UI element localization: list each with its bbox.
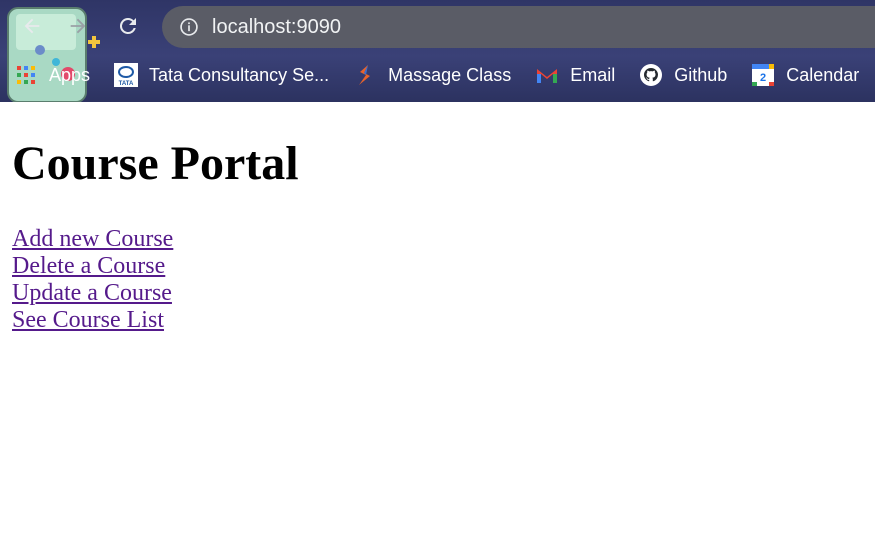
bookmark-apps[interactable]: Apps xyxy=(14,63,90,87)
back-arrow-icon xyxy=(24,18,40,34)
massage-class-icon xyxy=(353,63,377,87)
tata-logo-icon: TATA xyxy=(114,63,139,87)
page-title: Course Portal xyxy=(12,137,299,190)
bookmark-label: Github xyxy=(674,64,728,85)
svg-text:TATA: TATA xyxy=(119,81,134,87)
bookmark-label: Massage Class xyxy=(388,64,512,85)
apps-grid-icon xyxy=(14,63,38,87)
bookmark-github[interactable]: Github xyxy=(639,63,727,87)
reload-icon xyxy=(119,17,136,34)
delete-course-link[interactable]: Delete a Course xyxy=(12,253,299,280)
bookmark-massage-class[interactable]: Massage Class xyxy=(353,63,511,87)
bookmark-label: Tata Consultancy Se... xyxy=(149,64,330,85)
site-info-icon[interactable] xyxy=(178,16,200,38)
back-button[interactable] xyxy=(16,10,48,42)
forward-button[interactable] xyxy=(62,10,94,42)
bookmark-label: Email xyxy=(570,64,616,85)
page-content: Course Portal Add new Course Delete a Co… xyxy=(12,102,299,334)
bookmark-label: Apps xyxy=(49,64,91,85)
bookmark-email[interactable]: Email xyxy=(535,63,615,87)
calendar-icon: 2 xyxy=(751,63,775,87)
bookmark-calendar[interactable]: 2 Calendar xyxy=(751,63,859,87)
update-course-link[interactable]: Update a Course xyxy=(12,280,299,307)
bookmark-tata-consultancy[interactable]: TATA Tata Consultancy Se... xyxy=(114,63,329,87)
add-course-link[interactable]: Add new Course xyxy=(12,226,299,253)
bookmark-label: Calendar xyxy=(786,64,860,85)
github-icon xyxy=(639,63,663,87)
svg-text:2: 2 xyxy=(760,72,766,84)
reload-button[interactable] xyxy=(112,10,144,42)
bookmarks-bar: Apps TATA Tata Consultancy Se... Massage… xyxy=(14,58,875,92)
forward-arrow-icon xyxy=(70,18,86,34)
gmail-icon xyxy=(535,63,559,87)
course-actions-list: Add new Course Delete a Course Update a … xyxy=(12,226,299,334)
course-list-link[interactable]: See Course List xyxy=(12,307,299,334)
url-text[interactable]: localhost:9090 xyxy=(212,16,341,39)
address-bar[interactable]: localhost:9090 xyxy=(162,6,875,48)
browser-chrome: localhost:9090 Apps TATA Tata Consultanc… xyxy=(0,0,875,102)
